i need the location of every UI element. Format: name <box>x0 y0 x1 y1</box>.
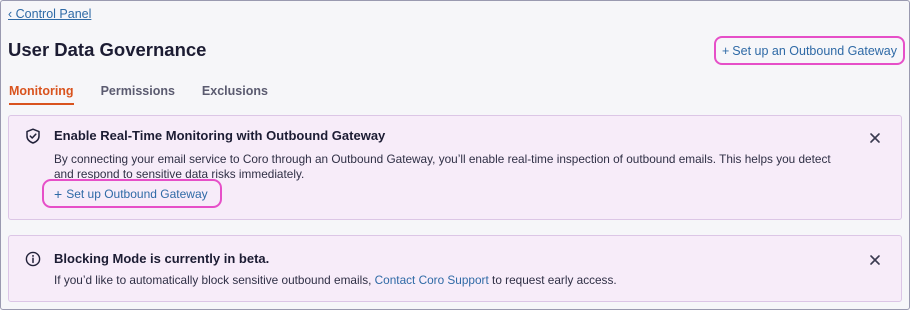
close-icon[interactable] <box>868 253 882 267</box>
beta-banner-title: Blocking Mode is currently in beta. <box>54 251 270 266</box>
monitoring-banner-title: Enable Real-Time Monitoring with Outboun… <box>54 128 386 143</box>
tab-monitoring[interactable]: Monitoring <box>9 81 74 105</box>
monitoring-banner: Enable Real-Time Monitoring with Outboun… <box>8 115 902 220</box>
setup-outbound-gateway-inline-button[interactable]: + Set up Outbound Gateway <box>42 179 222 208</box>
monitoring-banner-body: By connecting your email service to Coro… <box>54 152 831 181</box>
plus-icon: + <box>721 43 730 58</box>
beta-banner-body-prefix: If you’d like to automatically block sen… <box>54 273 375 287</box>
plus-icon: + <box>54 185 63 202</box>
info-icon <box>25 251 41 267</box>
back-link-control-panel[interactable]: ‹ Control Panel <box>8 7 91 21</box>
contact-support-link[interactable]: Contact Coro Support <box>375 273 489 287</box>
setup-outbound-gateway-button[interactable]: + Set up an Outbound Gateway <box>713 36 905 65</box>
page-title: User Data Governance <box>8 39 207 60</box>
beta-banner-body-suffix: to request early access. <box>488 273 617 287</box>
setup-outbound-gateway-label: Set up an Outbound Gateway <box>732 43 897 58</box>
tab-exclusions[interactable]: Exclusions <box>202 81 268 105</box>
shield-check-icon <box>26 128 40 144</box>
tab-permissions[interactable]: Permissions <box>101 81 175 105</box>
beta-banner-body: If you’d like to automatically block sen… <box>54 273 844 288</box>
page: ‹ Control Panel User Data Governance + S… <box>0 0 910 310</box>
beta-banner: Blocking Mode is currently in beta. If y… <box>8 235 902 302</box>
tab-bar: Monitoring Permissions Exclusions <box>9 81 295 105</box>
close-icon[interactable] <box>868 131 882 145</box>
setup-outbound-gateway-inline-label: Set up Outbound Gateway <box>66 186 208 201</box>
